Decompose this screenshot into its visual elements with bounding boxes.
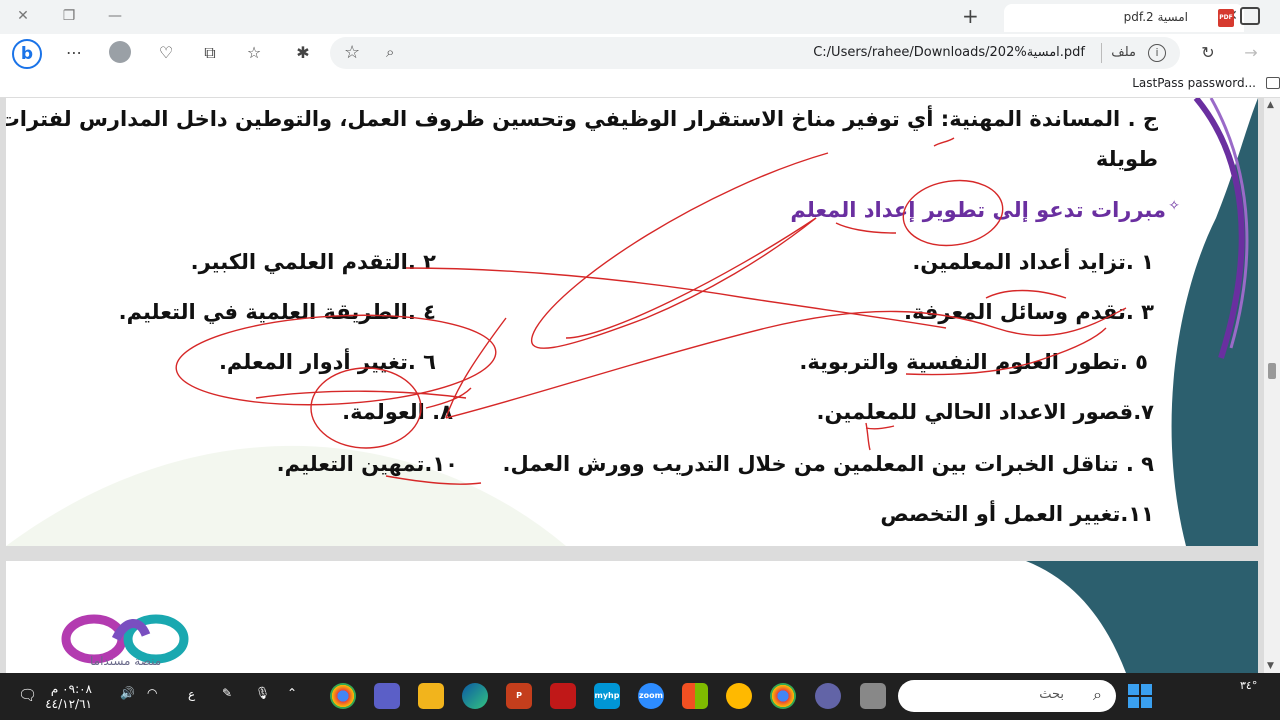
store-icon[interactable] bbox=[682, 683, 708, 709]
browser-toolbar: b ⋯ ♡ ⧉ ☆ ✱ ☆ ⌕ C:/Users/rahee/Downloads… bbox=[0, 34, 1280, 72]
minimize-window-icon[interactable]: — bbox=[92, 0, 138, 32]
new-tab-icon[interactable]: + bbox=[962, 4, 979, 28]
myhp-icon[interactable]: myhp bbox=[594, 683, 620, 709]
teams-icon[interactable] bbox=[374, 683, 400, 709]
browser-tab[interactable]: ✕ امسية pdf.2 PDF bbox=[1004, 4, 1244, 32]
taskbar-search[interactable]: بحث ⌕ bbox=[898, 680, 1116, 712]
info-icon[interactable]: i bbox=[1148, 44, 1166, 62]
close-window-icon[interactable]: ✕ bbox=[0, 0, 46, 32]
speaker-icon[interactable]: 🔊 bbox=[120, 686, 135, 700]
pdf-page-2: منصة مستداما bbox=[6, 561, 1258, 673]
help-icon[interactable] bbox=[726, 683, 752, 709]
chat-icon[interactable] bbox=[815, 683, 841, 709]
title-bar: ✕ ❐ — + ✕ امسية pdf.2 PDF bbox=[0, 0, 1280, 34]
clock-date: ٤٤/١٢/٦١ bbox=[45, 697, 92, 711]
search-icon: ⌕ bbox=[1093, 685, 1102, 704]
scroll-down-icon[interactable]: ▼ bbox=[1267, 661, 1274, 671]
address-url[interactable]: C:/Users/rahee/Downloads/202%امسية.pdf bbox=[813, 45, 1085, 60]
pdf-icon: PDF bbox=[1218, 9, 1234, 27]
language-indicator[interactable]: ع bbox=[188, 687, 195, 701]
add-favorite-icon[interactable]: ☆ bbox=[344, 42, 360, 63]
chrome-profile-icon[interactable] bbox=[330, 683, 356, 709]
folder-icon bbox=[1266, 77, 1280, 89]
wifi-icon[interactable]: ◠ bbox=[147, 686, 157, 700]
refresh-icon[interactable]: ↻ bbox=[1197, 42, 1219, 64]
favorites-item-label: LastPass password... bbox=[1132, 76, 1256, 90]
search-placeholder: بحث bbox=[1039, 687, 1064, 702]
restore-window-icon[interactable]: ❐ bbox=[46, 0, 92, 32]
more-options-icon[interactable]: ⋯ bbox=[63, 42, 85, 64]
tab-actions-icon[interactable] bbox=[1240, 7, 1260, 25]
address-bar[interactable]: ☆ ⌕ C:/Users/rahee/Downloads/202%امسية.p… bbox=[330, 37, 1180, 69]
chevron-up-icon[interactable]: ⌃ bbox=[287, 686, 297, 700]
pen-icon[interactable]: ✎ bbox=[222, 686, 232, 700]
tab-title: امسية pdf.2 bbox=[1123, 10, 1188, 24]
weather-temperature[interactable]: ٣٤° bbox=[1240, 679, 1257, 692]
favorites-item[interactable]: LastPass password... bbox=[1080, 72, 1280, 98]
file-explorer-icon[interactable] bbox=[418, 683, 444, 709]
bing-icon[interactable]: b bbox=[12, 39, 42, 69]
clock[interactable]: ٠٩:٠٨ م ٤٤/١٢/٦١ bbox=[42, 682, 92, 712]
address-file-label: ملف bbox=[1111, 45, 1136, 60]
favorites-bar: LastPass password... bbox=[0, 72, 1280, 98]
zoom-icon[interactable]: ⌕ bbox=[386, 43, 394, 61]
profile-avatar[interactable] bbox=[109, 41, 131, 63]
notification-icon[interactable]: 🗨 bbox=[18, 686, 37, 704]
collections-icon[interactable]: ⧉ bbox=[199, 42, 221, 64]
task-view-icon[interactable] bbox=[860, 683, 886, 709]
scroll-up-icon[interactable]: ▲ bbox=[1267, 100, 1274, 110]
microphone-icon[interactable]: 🎙 bbox=[255, 686, 270, 700]
zoom-app-icon[interactable]: zoom bbox=[638, 683, 664, 709]
page-scrollbar[interactable]: ▲ ▼ bbox=[1264, 98, 1280, 673]
start-button[interactable] bbox=[1128, 684, 1152, 708]
edge-icon[interactable] bbox=[462, 683, 488, 709]
chrome-icon[interactable] bbox=[770, 683, 796, 709]
address-separator bbox=[1101, 43, 1102, 63]
logo-text: منصة مستداما bbox=[90, 654, 162, 668]
extensions-icon[interactable]: ✱ bbox=[292, 42, 314, 64]
pdf-page: ج . المساندة المهنية: أي توفير مناخ الاس… bbox=[6, 98, 1258, 546]
browser-essentials-icon[interactable]: ♡ bbox=[155, 42, 177, 64]
pen-annotations bbox=[175, 137, 1127, 485]
forward-icon[interactable]: → bbox=[1240, 42, 1262, 64]
taskbar: 🗨 ٠٩:٠٨ م ٤٤/١٢/٦١ 🔊 ◠ ع ✎ 🎙 ⌃ P myhp zo… bbox=[0, 673, 1280, 720]
mcafee-icon[interactable] bbox=[550, 683, 576, 709]
favorites-icon[interactable]: ☆ bbox=[243, 42, 265, 64]
clock-time: ٠٩:٠٨ م bbox=[50, 682, 92, 696]
powerpoint-icon[interactable]: P bbox=[506, 683, 532, 709]
scrollbar-thumb[interactable] bbox=[1268, 363, 1276, 379]
